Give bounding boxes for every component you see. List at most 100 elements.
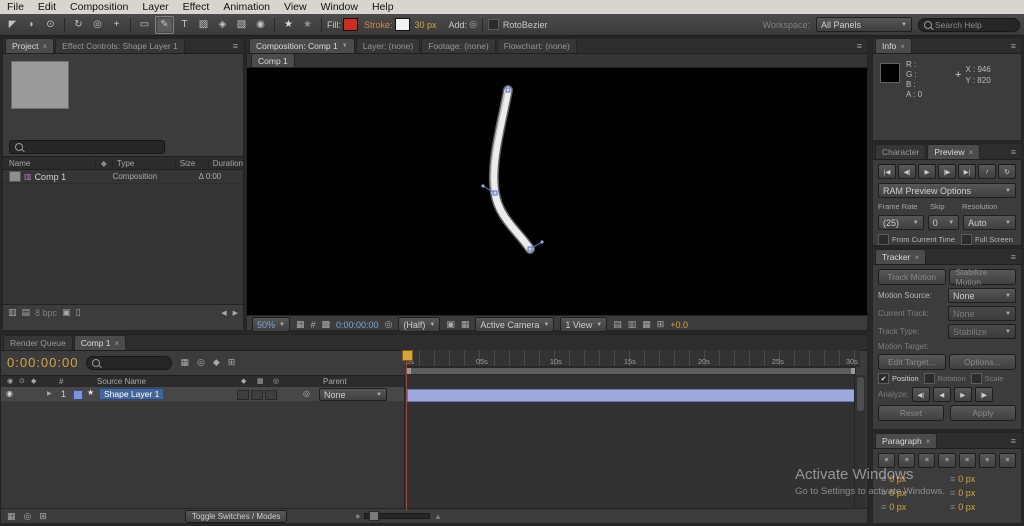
- rotobezier-checkbox[interactable]: [488, 19, 499, 30]
- layer-name[interactable]: Shape Layer 1: [99, 388, 164, 400]
- composition-mini-flowchart-icon[interactable]: ▦: [180, 357, 189, 368]
- stroke-label[interactable]: Stroke:: [364, 20, 393, 30]
- layer-switch-box[interactable]: [251, 390, 263, 400]
- draft-3d-icon[interactable]: ◎: [197, 357, 205, 368]
- layer-color-swatch[interactable]: [73, 390, 83, 400]
- expand-layers-icon[interactable]: ▦: [7, 511, 16, 522]
- new-composition-icon[interactable]: ▣: [62, 307, 71, 318]
- work-area-start-handle[interactable]: [407, 368, 411, 374]
- zoom-slider-handle[interactable]: [369, 511, 379, 521]
- stabilize-motion-button[interactable]: Stabilize Motion: [949, 269, 1017, 285]
- type-tool-icon[interactable]: T: [176, 17, 193, 33]
- column-duration[interactable]: Duration: [209, 159, 243, 168]
- camera-dropdown[interactable]: Active Camera▼: [475, 317, 554, 332]
- align-right-icon[interactable]: ≡: [918, 453, 935, 468]
- current-timecode[interactable]: 0:00:00:00: [7, 355, 78, 370]
- layer-expander-icon[interactable]: ▶: [47, 390, 52, 397]
- add-shape-icon[interactable]: ◎: [469, 19, 477, 30]
- close-icon[interactable]: ×: [969, 148, 974, 157]
- justify-all-icon[interactable]: ≡: [999, 453, 1016, 468]
- rotation-tool-icon[interactable]: ↻: [70, 17, 87, 33]
- current-track-dropdown[interactable]: None▼: [948, 306, 1016, 321]
- fill-color-swatch[interactable]: [343, 18, 358, 31]
- trash-icon[interactable]: ▯: [76, 307, 81, 318]
- close-icon[interactable]: ×: [42, 42, 47, 51]
- tab-footage[interactable]: Footage: (none): [421, 38, 495, 53]
- work-area-bar[interactable]: [406, 367, 856, 375]
- viewer-timecode[interactable]: 0:00:00:00: [336, 320, 379, 330]
- camera-tool-icon[interactable]: ◎: [89, 17, 106, 33]
- exposure-value[interactable]: +0.0: [670, 320, 688, 330]
- tab-timeline-comp[interactable]: Comp 1×: [74, 335, 126, 350]
- timeline-button-icon[interactable]: ▦: [642, 319, 651, 330]
- item-label-swatch[interactable]: [9, 171, 21, 182]
- tab-flowchart[interactable]: Flowchart: (none): [497, 38, 577, 53]
- panel-menu-icon[interactable]: ≡: [228, 41, 243, 51]
- justify-last-left-icon[interactable]: ≡: [938, 453, 955, 468]
- apply-button[interactable]: Apply: [950, 405, 1016, 421]
- panel-menu-icon[interactable]: ≡: [1006, 41, 1021, 51]
- space-after-value[interactable]: 0 px: [958, 488, 975, 498]
- loop-button[interactable]: ↻: [998, 164, 1016, 179]
- analyze-forward-button[interactable]: ▶: [954, 387, 972, 402]
- close-icon[interactable]: ×: [115, 339, 120, 348]
- resolution-preview-dropdown[interactable]: Auto▼: [963, 215, 1016, 230]
- panel-menu-icon[interactable]: ≡: [1006, 436, 1021, 446]
- current-time-indicator-line[interactable]: [406, 350, 407, 510]
- panel-menu-icon[interactable]: ≡: [1006, 147, 1021, 157]
- transparency-grid-icon[interactable]: ▦: [461, 319, 470, 330]
- track-type-dropdown[interactable]: Stabilize▼: [948, 324, 1016, 339]
- column-index[interactable]: #: [59, 377, 63, 386]
- brush-tool-icon[interactable]: ▨: [195, 17, 212, 33]
- menu-composition[interactable]: Composition: [63, 1, 135, 13]
- align-center-icon[interactable]: ≡: [898, 453, 915, 468]
- scrollbar-thumb[interactable]: [857, 377, 864, 411]
- track-motion-button[interactable]: Track Motion: [878, 269, 946, 285]
- interpret-footage-icon[interactable]: ▥: [8, 307, 17, 318]
- menu-help[interactable]: Help: [365, 1, 401, 13]
- frame-blending-icon[interactable]: ⊞: [228, 357, 236, 368]
- mask-shape-tool-icon[interactable]: ▭: [136, 17, 153, 33]
- time-ruler[interactable]: 0s 05s 10s 15s 20s 25s 30s: [404, 350, 860, 367]
- space-between-value[interactable]: 0 px: [958, 502, 975, 512]
- tab-render-queue[interactable]: Render Queue: [3, 335, 73, 350]
- zoom-in-mountain-icon[interactable]: ▲: [434, 512, 442, 521]
- parent-pickwhip-icon[interactable]: ◎: [303, 389, 310, 398]
- view-layout-dropdown[interactable]: 1 View▼: [560, 317, 607, 332]
- zoom-tool-icon[interactable]: ⊙: [42, 17, 59, 33]
- reset-button[interactable]: Reset: [878, 405, 944, 421]
- frame-rate-dropdown[interactable]: (25)▼: [878, 215, 924, 230]
- edit-target-button[interactable]: Edit Target...: [878, 354, 946, 370]
- scroll-right-icon[interactable]: ▶: [233, 309, 238, 317]
- close-icon[interactable]: ×: [915, 253, 920, 262]
- timeline-zoom-slider[interactable]: [364, 513, 430, 519]
- pixel-aspect-icon[interactable]: ▤: [613, 319, 622, 330]
- align-left-icon[interactable]: ≡: [878, 453, 895, 468]
- star-shape-tool-icon[interactable]: ★: [299, 17, 316, 33]
- rotation-checkbox[interactable]: [924, 373, 935, 384]
- current-time-indicator-handle[interactable]: [402, 350, 413, 361]
- position-checkbox[interactable]: ✔: [878, 373, 889, 384]
- puppet-pin-tool-icon[interactable]: ◉: [252, 17, 269, 33]
- from-current-time-checkbox[interactable]: [878, 234, 889, 245]
- item-name[interactable]: Comp 1: [35, 172, 97, 182]
- analyze-forward-1-button[interactable]: |▶: [975, 387, 993, 402]
- hide-shy-layers-icon[interactable]: ◆: [213, 357, 220, 368]
- full-screen-checkbox[interactable]: [961, 234, 972, 245]
- column-type[interactable]: Type: [113, 159, 176, 168]
- scroll-left-icon[interactable]: ◀: [221, 309, 226, 317]
- first-line-indent-value[interactable]: 0 px: [889, 488, 906, 498]
- layer-visibility-eye-icon[interactable]: ◉: [6, 389, 13, 398]
- tab-preview[interactable]: Preview×: [927, 144, 980, 159]
- column-name[interactable]: Name: [3, 159, 96, 168]
- snapshot-icon[interactable]: ◎: [385, 319, 393, 330]
- menu-effect[interactable]: Effect: [176, 1, 217, 13]
- space-before-value[interactable]: 0 px: [889, 502, 906, 512]
- layer-row[interactable]: ◉ ▶ 1 ★ Shape Layer 1 ◎ None▼: [1, 387, 404, 402]
- justify-last-right-icon[interactable]: ≡: [979, 453, 996, 468]
- tab-project[interactable]: Project×: [5, 38, 54, 53]
- zoom-out-mountain-icon[interactable]: ◆: [355, 513, 360, 520]
- column-size[interactable]: Size: [176, 159, 209, 168]
- stroke-width-value[interactable]: 30 px: [415, 20, 437, 30]
- chevron-down-icon[interactable]: ▼: [342, 43, 348, 49]
